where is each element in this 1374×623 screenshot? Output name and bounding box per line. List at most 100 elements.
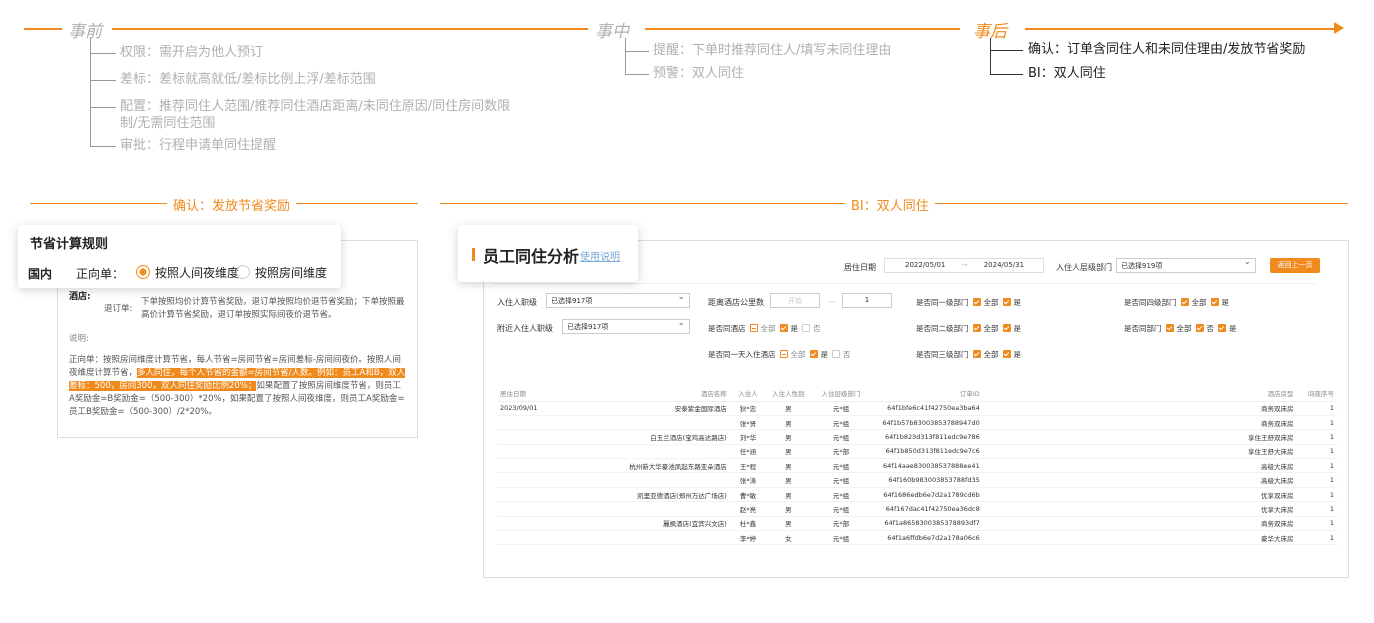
table-cell — [497, 444, 568, 460]
checkbox-yes[interactable] — [1002, 324, 1011, 332]
dept4-filter: 是否同四级部门 全部是 — [1124, 298, 1229, 307]
table-row[interactable]: 赵*亮男元*组 64f167dac41f42750ea36dc8 优享大床房 1 — [497, 501, 1337, 517]
same-hotel-filter: 是否同酒店 全部是否 — [708, 324, 821, 333]
col-header[interactable]: 酒店房型 — [1225, 385, 1297, 402]
distance-end-input[interactable]: 1 — [842, 293, 892, 308]
table-cell: 元*组 — [810, 401, 872, 416]
col-header[interactable]: 居住日期 — [497, 385, 568, 402]
col-header[interactable]: 入住人性别 — [766, 385, 811, 402]
timeline-segment-before — [24, 28, 62, 30]
table-cell: 1 — [1296, 429, 1337, 445]
table-cell: 凯里亚德酒店(郑州万达广场店) — [567, 487, 730, 503]
table-cell: 64f1bfe6c41f42750ea3ba64 — [871, 401, 983, 416]
table-cell: 1 — [1296, 415, 1337, 431]
col-header[interactable]: 间夜序号 — [1296, 385, 1337, 402]
date-range-picker[interactable]: 2022/05/01 → 2024/05/31 — [884, 258, 1044, 273]
before-item-approval: 审批：行程申请单同住提醒 — [120, 138, 277, 153]
stage-title-during: 事中 — [595, 22, 629, 42]
during-item-warning: 预警：双人同住 — [653, 66, 745, 81]
table-cell: 男 — [766, 401, 811, 416]
timeline-arrow-icon — [1334, 22, 1344, 34]
table-cell: 1 — [1296, 530, 1337, 546]
table-cell: 64f14aae830038537888ee41 — [871, 458, 983, 474]
back-button[interactable]: 返回上一页 — [1270, 258, 1320, 273]
near-rank-label: 附近入住人职级 — [497, 324, 553, 333]
table-cell: 男 — [766, 472, 811, 488]
table-row[interactable]: 2023/09/01 安泰紫金国际酒店 狄*忠男元*组 64f1bfe6c41f427… — [497, 401, 1337, 416]
checkbox-no[interactable] — [1195, 324, 1204, 332]
table-cell: 商务双床房 — [1225, 415, 1297, 431]
dept2-filter: 是否同二级部门 全部是 — [916, 324, 1021, 333]
table-cell: 赵*亮 — [729, 501, 767, 517]
near-rank-select[interactable]: 已选择917项 — [562, 318, 690, 334]
timeline-segment-after — [1025, 28, 1340, 30]
radio-room-option[interactable]: 按照房间维度 — [236, 264, 327, 281]
checkbox-all[interactable] — [972, 298, 981, 306]
table-cell: 豪华大床房 — [1225, 530, 1297, 546]
table-row[interactable]: 白玉兰酒店(宝鸡高达路店) 刘*华男元*组 64f1b823d313f811edc9… — [497, 429, 1337, 445]
col-header[interactable]: 酒店名称 — [567, 385, 730, 402]
table-row[interactable]: 张*涛男元*组 64f160b983003853788fd35 高级大床房 1 — [497, 472, 1337, 488]
guest-rank-label: 入住人职级 — [497, 298, 537, 307]
guest-rank-select[interactable]: 已选择917项 — [546, 292, 690, 308]
distance-start-input[interactable]: 开始 — [770, 293, 820, 308]
table-cell: 高级大床房 — [1225, 472, 1297, 488]
table-cell: 元*组 — [810, 472, 872, 488]
rule-card-title: 节省计算规则 — [30, 237, 109, 252]
radio-room-label: 按照房间维度 — [255, 266, 328, 280]
date-end: 2024/05/31 — [983, 261, 1025, 269]
table-row[interactable]: 凯里亚德酒店(郑州万达广场店) 曹*敏男元*组 64f1686edb6e7d2a17… — [497, 487, 1337, 503]
title-accent-bar — [472, 248, 475, 261]
table-cell: 任*涵 — [729, 444, 767, 460]
checkbox-yes[interactable] — [1002, 350, 1011, 358]
table-cell: 麗枫酒店(宜宾兴文店) — [567, 516, 730, 532]
checkbox-yes[interactable] — [1218, 324, 1226, 332]
table-cell — [497, 415, 568, 431]
date-start: 2022/05/01 — [905, 261, 946, 269]
checkbox-all[interactable] — [1165, 324, 1174, 332]
checkbox-all-indeterminate[interactable] — [749, 324, 758, 332]
table-cell: 男 — [766, 429, 811, 445]
app-title-card: 员工同住分析 使用说明 — [458, 225, 638, 282]
checkbox-yes[interactable] — [779, 324, 788, 332]
during-item-remind: 提醒：下单时推荐同住人/填写未同住理由 — [653, 43, 892, 58]
table-cell: 元*组 — [810, 458, 872, 474]
table-cell: 64f1a8658300385378893df7 — [871, 516, 983, 532]
table-row[interactable]: 张*贤男元*组 64f1b57b83003853788947d0 商务双床房 1 — [497, 415, 1337, 431]
dept1-filter: 是否同一级部门 全部是 — [916, 298, 1021, 307]
col-header[interactable]: 入住层级部门 — [810, 385, 872, 402]
before-item-config: 配置：推荐同住人范围/推荐同住酒店距离/未同住原因/同住房间数限 — [120, 99, 511, 114]
stage-title-before: 事前 — [68, 22, 102, 42]
table-cell: 64f1a6ffdb6e7d2a178a06c6 — [871, 530, 983, 546]
table-cell — [567, 501, 730, 517]
checkbox-yes[interactable] — [809, 350, 818, 358]
radio-night-label: 按照人间夜维度 — [155, 266, 240, 280]
help-link[interactable]: 使用说明 — [580, 248, 620, 263]
table-cell: 张*贤 — [729, 415, 767, 431]
checkbox-all[interactable] — [1180, 298, 1189, 306]
col-header[interactable]: 入住人 — [729, 385, 767, 402]
dept-select[interactable]: 已选择919项 — [1116, 257, 1256, 273]
table-cell: 1 — [1296, 458, 1337, 474]
checkbox-no[interactable] — [802, 324, 810, 332]
checkbox-yes[interactable] — [1002, 298, 1011, 306]
table-cell — [567, 444, 730, 460]
table-cell: 64f1b850d313f811edc9e7c6 — [871, 444, 983, 460]
table-cell: 享住王舒双床房 — [1225, 429, 1297, 445]
table-cell: 元*组 — [810, 501, 872, 517]
table-row[interactable]: 任*涵男元*部 64f1b850d313f811edc9e7c6 享住王舒大床房 1 — [497, 444, 1337, 460]
table-row[interactable]: 李*婷女元*组 64f1a6ffdb6e7d2a178a06c6 豪华大床房 1 — [497, 530, 1337, 546]
table-row[interactable]: 麗枫酒店(宜宾兴文店) 杜*鑫男元*部 64f1a8658300385378893d… — [497, 516, 1337, 532]
checkbox-yes[interactable] — [1210, 298, 1219, 306]
col-header[interactable]: 订单ID — [871, 385, 983, 402]
checkbox-all-indeterminate[interactable] — [779, 350, 788, 358]
table-row[interactable]: 杭州新大华豪池凤起东路亚朵酒店 王*程男元*组 64f14aae8300385378… — [497, 458, 1337, 474]
radio-night-option[interactable]: 按照人间夜维度 — [136, 264, 239, 281]
table-cell — [567, 472, 730, 488]
checkbox-all[interactable] — [972, 350, 981, 358]
checkbox-all[interactable] — [972, 324, 981, 332]
checkbox-no[interactable] — [832, 350, 840, 358]
table-cell — [497, 530, 568, 546]
table-header-row: 居住日期 酒店名称 入住人 入住人性别 入住层级部门 订单ID 酒店房型 间夜序… — [497, 385, 1337, 402]
note-line-2b-highlight: 多人同住，每个人节省的金额=房间节省/人数。例如：员工A和B，双人 — [137, 368, 406, 378]
